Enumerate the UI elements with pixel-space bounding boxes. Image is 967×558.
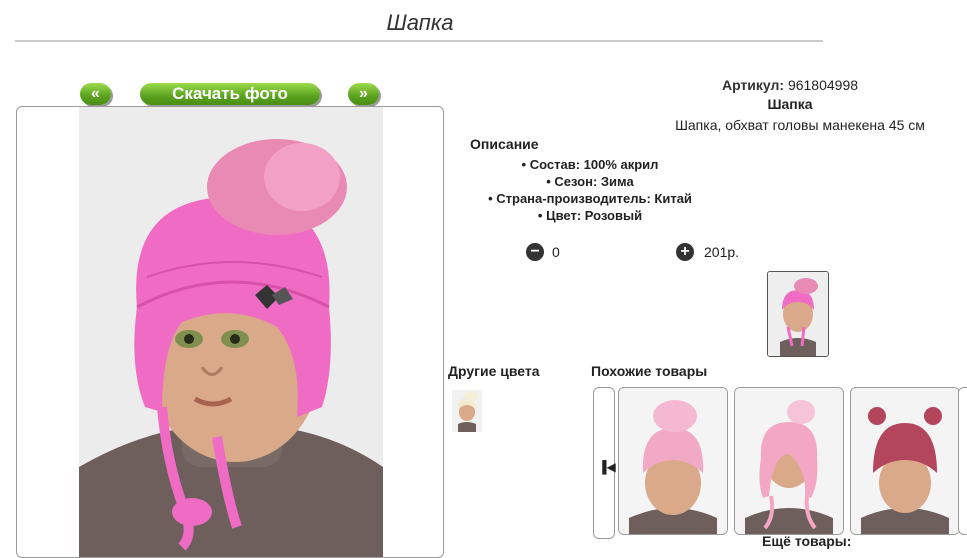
product-subtitle: Шапка, обхват головы манекена 45 см: [675, 117, 925, 133]
carousel-prev-button[interactable]: ▐◀: [593, 387, 616, 539]
prev-photo-button[interactable]: «: [80, 83, 111, 105]
description-item: Состав: 100% акрил: [440, 157, 740, 174]
similar-heading: Похожие товары: [591, 363, 708, 379]
plus-circle-icon[interactable]: +: [676, 243, 694, 261]
similar-item-card[interactable]: [850, 387, 960, 535]
article-line: Артикул: 961804998: [640, 77, 940, 93]
description-item: Сезон: Зима: [440, 174, 740, 191]
description-item: Страна-производитель: Китай: [440, 191, 740, 208]
similar-item-card[interactable]: [958, 387, 967, 535]
description-heading: Описание: [470, 136, 539, 152]
other-colors-heading: Другие цвета: [448, 363, 540, 379]
quantity-value: 0: [552, 244, 560, 260]
price: 201р.: [704, 244, 740, 260]
next-photo-button[interactable]: »: [348, 83, 379, 105]
photo-thumbnail[interactable]: [767, 271, 829, 357]
other-color-thumbnail[interactable]: [452, 390, 482, 432]
download-photo-button[interactable]: Скачать фото: [140, 83, 320, 105]
article-label: Артикул:: [721, 77, 785, 93]
article-value: 961804998: [787, 77, 859, 93]
description-item: Цвет: Розовый: [440, 208, 740, 225]
product-name: Шапка: [767, 96, 813, 112]
title-divider: [15, 40, 823, 42]
description-list: Состав: 100% акрил Сезон: Зима Страна-пр…: [440, 157, 740, 225]
skip-back-icon: ▐◀: [598, 460, 616, 474]
minus-circle-icon[interactable]: −: [526, 243, 544, 261]
product-photo-image: [79, 139, 383, 557]
product-photo[interactable]: [16, 106, 444, 558]
page-title: Шапка: [386, 10, 454, 35]
similar-item-card[interactable]: [618, 387, 728, 535]
similar-item-card[interactable]: [734, 387, 844, 535]
